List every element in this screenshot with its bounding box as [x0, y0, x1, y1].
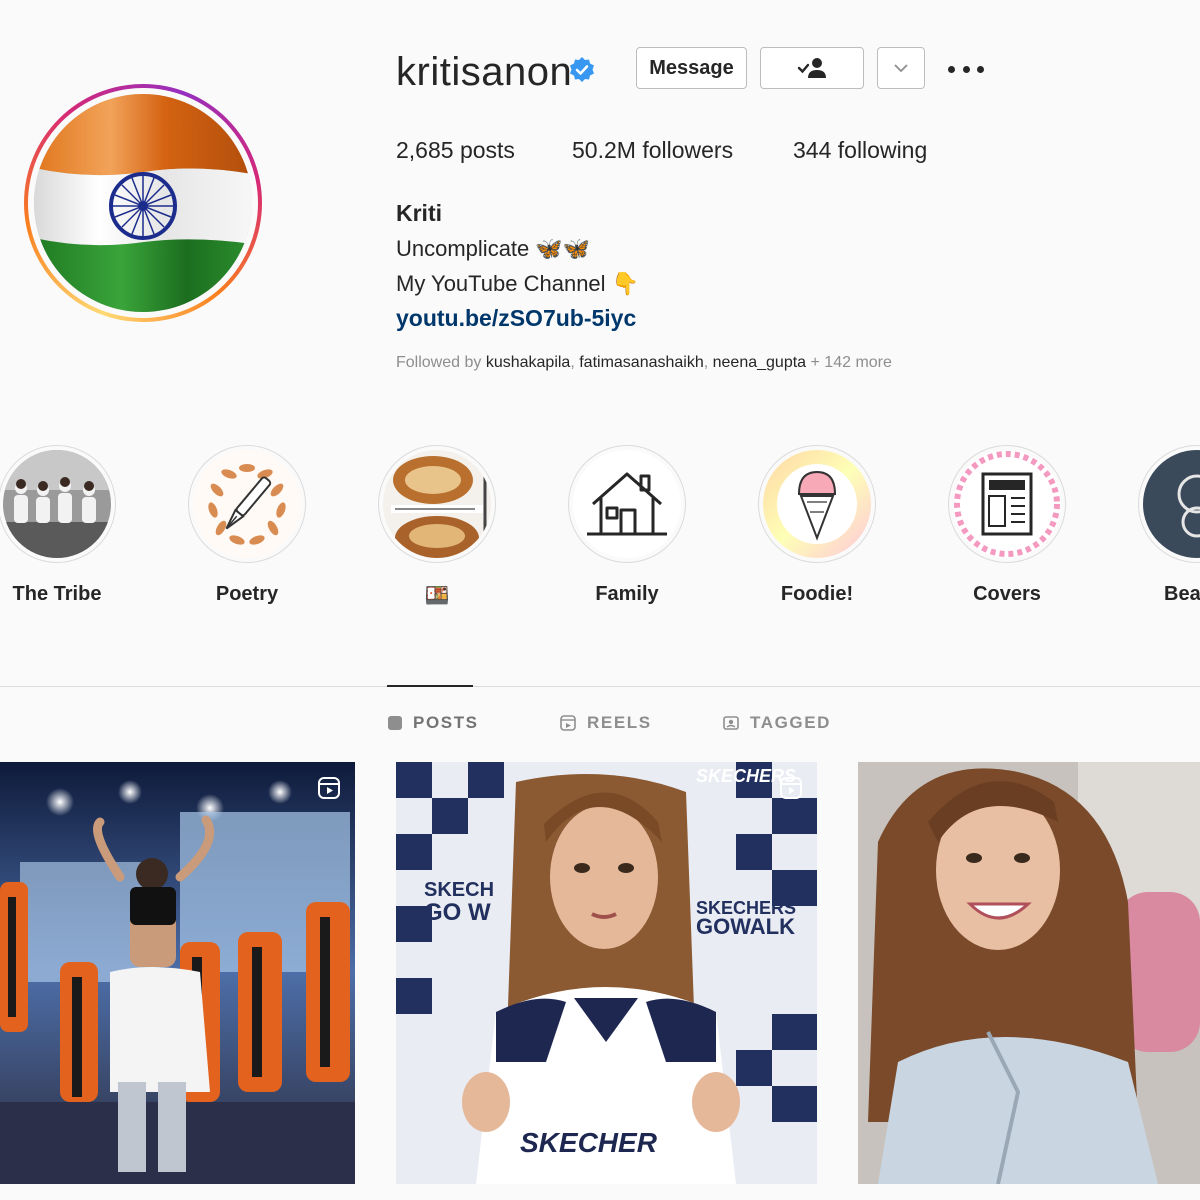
tab-label: POSTS	[413, 713, 479, 732]
more-options-icon[interactable]	[948, 56, 984, 82]
highlight-cover	[953, 450, 1061, 558]
followed-by-more[interactable]: + 142 more	[806, 354, 892, 371]
post-tile[interactable]: SKECH GO W SKECHERS GOWALK SKECHERS SKEC…	[396, 762, 817, 1184]
post-image-portrait	[858, 762, 1200, 1184]
suggested-dropdown-button[interactable]	[877, 47, 925, 89]
followed-by-name[interactable]: neena_gupta	[713, 354, 806, 371]
tag-icon	[723, 716, 739, 730]
post-text: SKECH	[424, 879, 494, 901]
post-text: GO W	[424, 899, 491, 926]
post-text: GOWALK	[696, 914, 795, 939]
following-button[interactable]	[760, 47, 864, 89]
highlight-label: Family	[595, 583, 659, 605]
fountain-pen-icon	[193, 450, 301, 558]
ice-cream-icon	[763, 450, 871, 558]
post-image-skechers: SKECH GO W SKECHERS GOWALK SKECHERS SKEC…	[396, 762, 817, 1184]
post-text: SKECHER	[520, 1127, 658, 1158]
verified-badge-icon	[570, 57, 594, 82]
highlight-label: The Tribe	[12, 583, 102, 605]
followed-by-text[interactable]: Followed by kushakapila, fatimasanashaik…	[396, 354, 892, 372]
bio-name: Kriti	[396, 200, 442, 226]
highlight-poetry[interactable]	[188, 445, 306, 563]
dot	[977, 65, 984, 73]
highlight-label: Poetry	[215, 583, 279, 605]
magazine-icon	[953, 450, 1061, 558]
bio-link[interactable]: youtu.be/zSO7ub-5iyc	[396, 305, 636, 332]
user-check-icon	[797, 58, 826, 78]
tab-label: REELS	[587, 713, 652, 732]
highlight-cover	[1143, 450, 1200, 558]
highlight-covers[interactable]	[948, 445, 1066, 563]
highlight-label: Bea	[1164, 583, 1200, 605]
active-tab-indicator	[387, 685, 473, 687]
highlight-label: Covers	[973, 583, 1041, 605]
message-button[interactable]: Message	[636, 47, 747, 89]
following-count[interactable]: 344 following	[793, 137, 927, 164]
post-tile[interactable]	[858, 762, 1200, 1184]
highlight-cover	[3, 450, 111, 558]
grid-icon	[388, 716, 402, 730]
highlight-cover	[573, 450, 681, 558]
chevron-down-icon	[894, 64, 908, 73]
highlight-cover	[383, 450, 491, 558]
highlight-label: Foodie!	[780, 583, 854, 605]
india-flag-image	[34, 94, 252, 312]
profile-username: kritisanon	[396, 50, 573, 94]
profile-avatar[interactable]	[34, 94, 252, 312]
followed-by-prefix: Followed by	[396, 354, 486, 371]
profile-avatar-ring[interactable]	[24, 84, 262, 322]
reels-icon	[318, 777, 340, 799]
highlight-label: 🍱	[424, 585, 450, 607]
post-tile[interactable]	[0, 762, 355, 1184]
tab-label: TAGGED	[750, 713, 832, 732]
bio-line-2: My YouTube Channel 👇	[396, 271, 640, 296]
followers-count[interactable]: 50.2M followers	[572, 137, 733, 164]
mirror-icon	[1143, 450, 1200, 558]
posts-count: 2,685 posts	[396, 137, 515, 163]
highlight-cover	[763, 450, 871, 558]
reels-icon	[560, 715, 576, 731]
bio-line-1: Uncomplicate 🦋🦋	[396, 236, 591, 261]
dot	[962, 65, 970, 73]
post-image-dance	[0, 762, 355, 1184]
food-photo	[383, 450, 491, 558]
tab-divider	[0, 686, 1200, 687]
highlight-food[interactable]	[378, 445, 496, 563]
followed-by-name[interactable]: kushakapila	[486, 354, 571, 371]
followed-by-name[interactable]: fatimasanashaikh	[579, 354, 704, 371]
reels-icon	[780, 777, 802, 799]
house-icon	[573, 450, 681, 558]
tab-tagged[interactable]: TAGGED	[722, 713, 831, 733]
highlight-family[interactable]	[568, 445, 686, 563]
highlight-beauty[interactable]	[1138, 445, 1200, 563]
highlight-the-tribe[interactable]	[0, 445, 116, 563]
highlight-foodie[interactable]	[758, 445, 876, 563]
tab-reels[interactable]: REELS	[559, 713, 652, 733]
dot	[948, 65, 955, 73]
highlight-cover	[193, 450, 301, 558]
group-photo	[3, 450, 111, 558]
tab-posts[interactable]: POSTS	[387, 713, 479, 733]
